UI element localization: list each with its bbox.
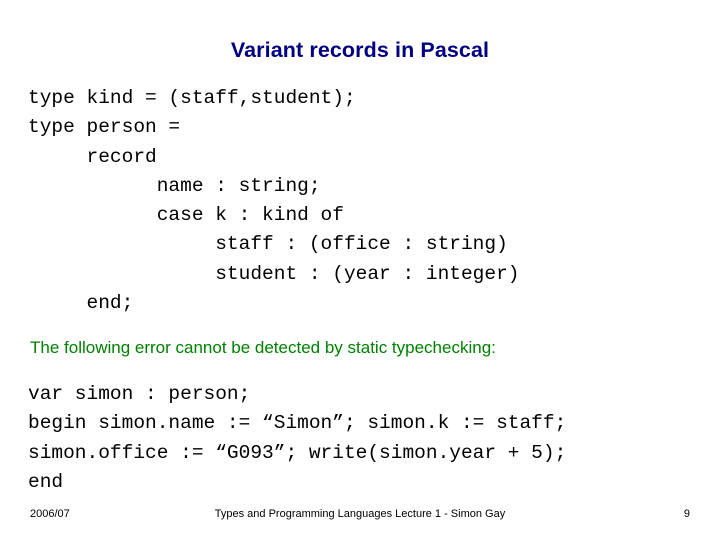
pascal-record-declaration-code: type kind = (staff,student); type person…: [28, 87, 520, 315]
footer-page-number: 9: [683, 508, 690, 520]
slide-footer: 2006/07 Types and Programming Languages …: [0, 508, 720, 528]
footer-course-title: Types and Programming Languages Lecture …: [214, 508, 506, 520]
pascal-usage-code: var simon : person; begin simon.name := …: [28, 383, 567, 493]
slide: Variant records in Pascal type kind = (s…: [0, 0, 720, 540]
error-note-text: The following error cannot be detected b…: [30, 338, 496, 357]
page-title: Variant records in Pascal: [230, 38, 490, 62]
